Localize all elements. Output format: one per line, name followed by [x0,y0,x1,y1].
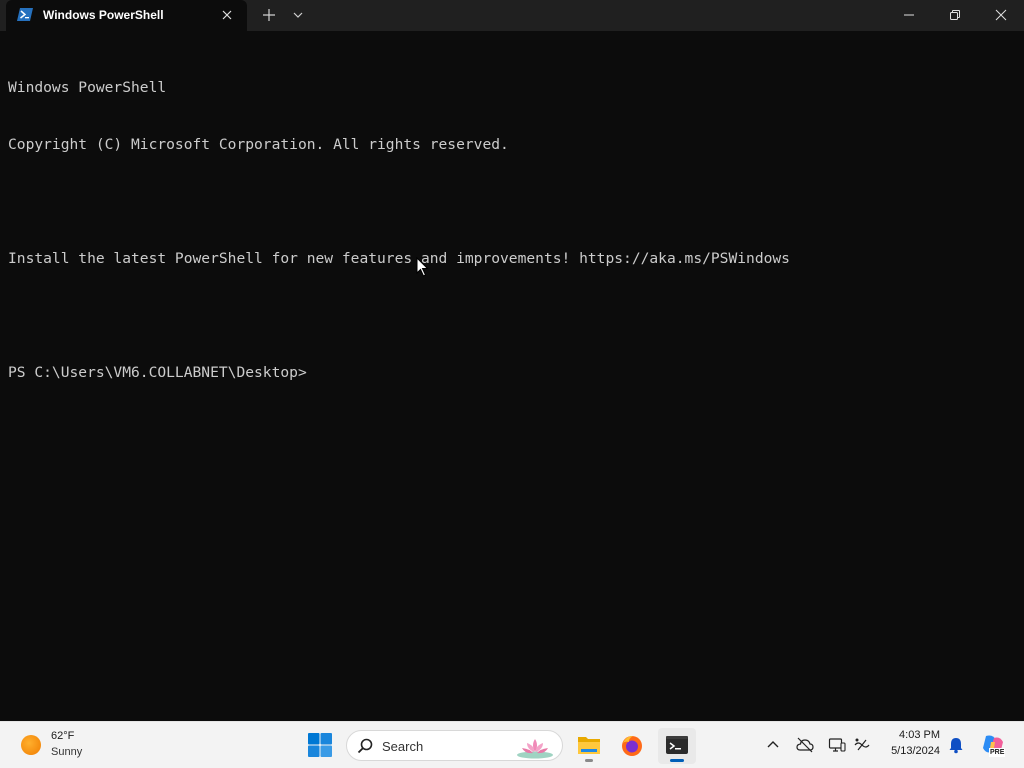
clock-date: 5/13/2024 [891,745,940,757]
tab-title: Windows PowerShell [43,8,164,22]
taskbar-firefox[interactable] [613,728,651,764]
taskbar: 62°F Sunny Search 4:03 PM 5/13/2024 PRE [0,721,1024,768]
close-tab-icon[interactable] [219,7,235,23]
firefox-icon [622,736,642,756]
terminal-output[interactable]: Windows PowerShell Copyright (C) Microso… [8,40,1018,710]
sun-icon [21,735,41,755]
restore-icon [950,10,960,20]
terminal-prompt[interactable]: PS C:\Users\VM6.COLLABNET\Desktop> [8,363,1018,382]
close-window-button[interactable] [978,0,1024,31]
network-icon[interactable] [853,736,871,754]
weather-condition: Sunny [51,746,83,758]
search-icon [357,738,373,754]
chevron-down-icon[interactable] [291,8,305,22]
close-icon [995,9,1007,21]
copilot-button[interactable]: PRE [980,732,1006,758]
clock-time: 4:03 PM [899,729,940,741]
taskbar-terminal[interactable] [658,728,696,764]
display-icon[interactable] [828,736,846,754]
weather-temp: 62°F [51,730,75,742]
minimize-icon [904,14,914,16]
folder-icon [578,737,600,754]
terminal-line: Copyright (C) Microsoft Corporation. All… [8,136,509,153]
search-placeholder: Search [382,739,424,754]
active-indicator [670,759,684,762]
minimize-button[interactable] [886,0,932,31]
tab-powershell[interactable]: Windows PowerShell [6,0,247,31]
onedrive-offline-icon[interactable] [796,736,814,754]
powershell-icon [17,8,33,21]
terminal-line: Install the latest PowerShell for new fe… [8,250,790,267]
copilot-badge: PRE [989,748,1006,757]
terminal-line: Windows PowerShell [8,79,167,96]
bell-icon[interactable] [947,736,965,754]
windows-start-icon[interactable] [307,732,333,758]
taskbar-search-box[interactable]: Search [346,730,563,761]
new-tab-plus-icon[interactable] [259,6,279,24]
search-highlight-lotus-icon [517,739,553,759]
mouse-pointer-icon [416,257,429,277]
taskbar-file-explorer[interactable] [570,728,608,764]
running-indicator [585,759,593,762]
chevron-up-icon[interactable] [764,736,782,754]
title-bar: Windows PowerShell [0,0,1024,31]
terminal-icon [666,736,688,754]
restore-button[interactable] [932,0,978,31]
